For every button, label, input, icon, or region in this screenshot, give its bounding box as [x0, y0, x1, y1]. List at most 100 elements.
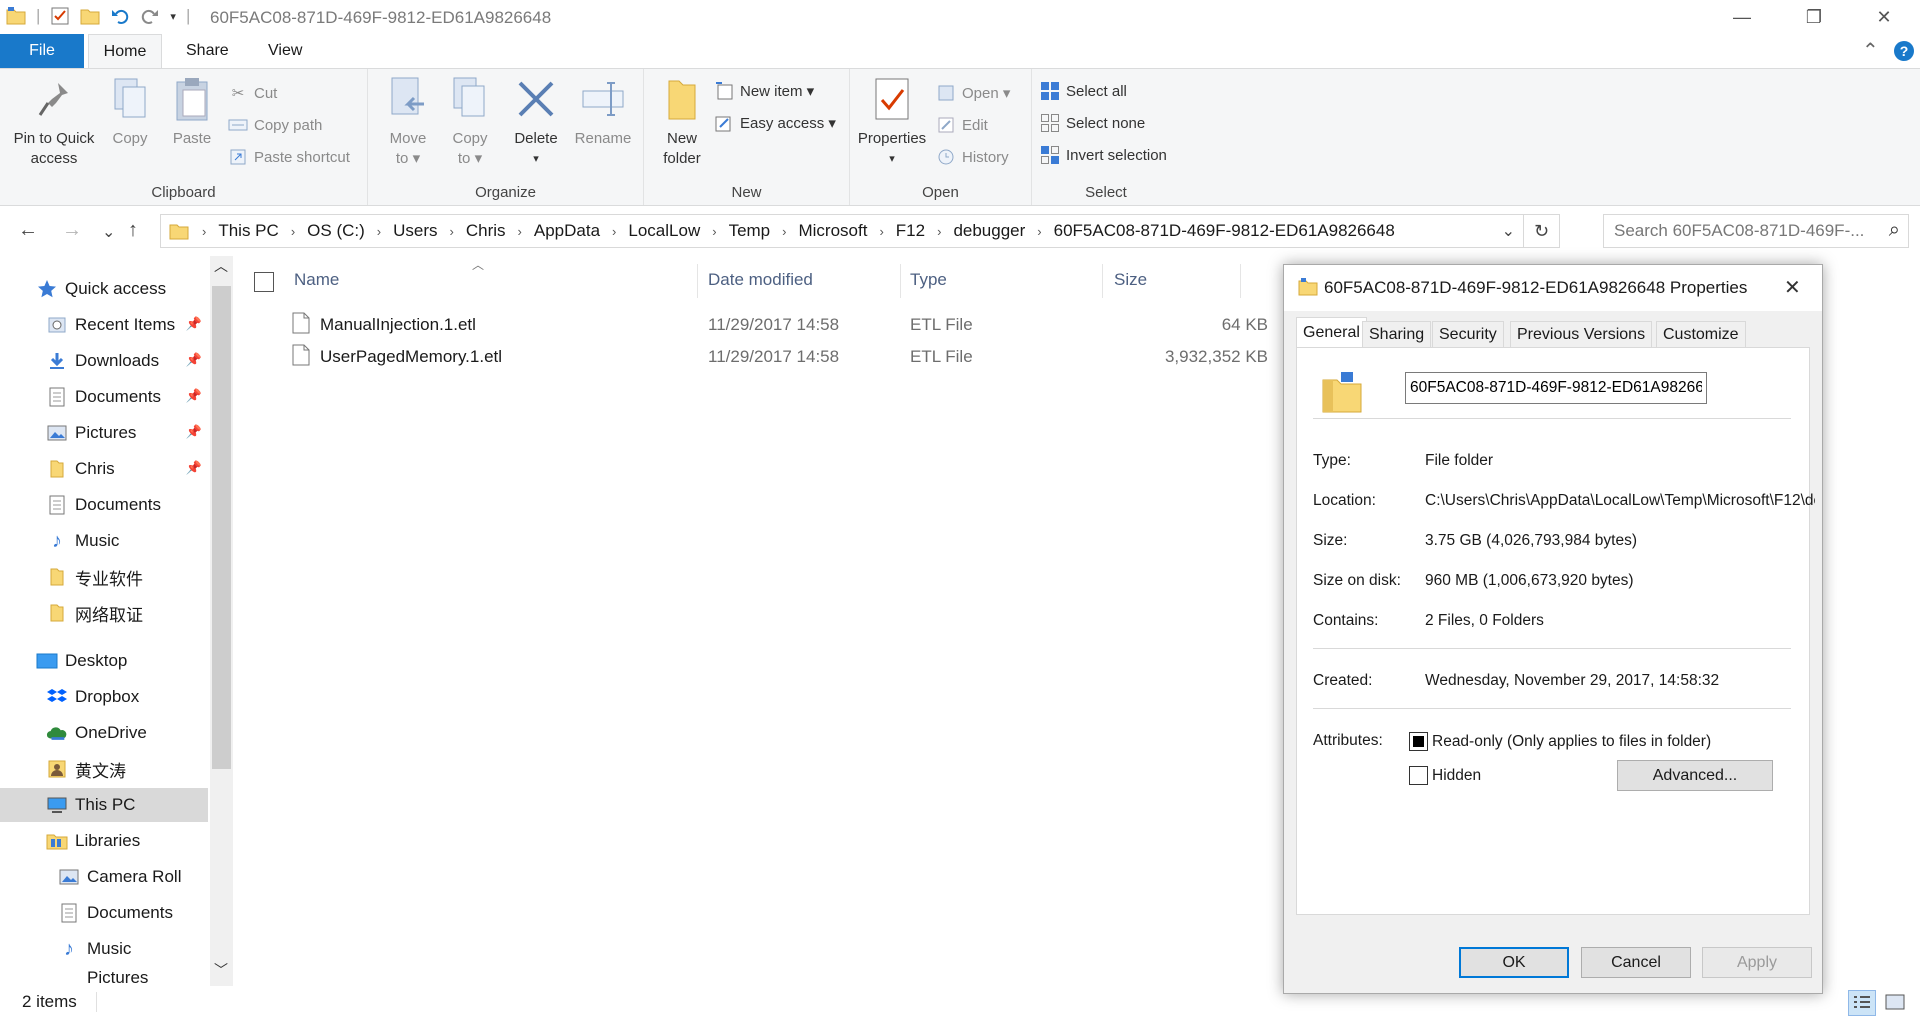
ok-button[interactable]: OK	[1459, 947, 1569, 978]
breadcrumb-item[interactable]: Temp	[722, 221, 778, 241]
nav-dropbox[interactable]: Dropbox	[0, 680, 208, 714]
column-header-name[interactable]: Name	[294, 270, 339, 290]
hidden-checkbox-row[interactable]: Hidden	[1409, 766, 1481, 785]
undo-icon[interactable]	[110, 6, 130, 26]
copy-to-button[interactable]: Copy to ▾	[444, 75, 496, 169]
open-button[interactable]: Open ▾	[936, 81, 1010, 105]
breadcrumb-item[interactable]: LocalLow	[621, 221, 707, 241]
breadcrumb-separator[interactable]: ›	[286, 224, 300, 239]
breadcrumb-separator[interactable]: ›	[1032, 224, 1046, 239]
nav-this-pc[interactable]: This PC	[0, 788, 208, 822]
move-to-button[interactable]: Move to ▾	[382, 75, 434, 169]
breadcrumb-separator[interactable]: ›	[707, 224, 721, 239]
column-header-type[interactable]: Type	[910, 270, 947, 290]
breadcrumb-item[interactable]: AppData	[527, 221, 607, 241]
close-button[interactable]: ✕	[1848, 0, 1920, 34]
customize-qat-icon[interactable]: ▾	[170, 10, 176, 23]
breadcrumb-separator[interactable]: ›	[197, 224, 211, 239]
breadcrumb-item[interactable]: Microsoft	[791, 221, 874, 241]
select-all-checkbox[interactable]	[254, 272, 274, 292]
properties-qat-icon[interactable]	[50, 6, 70, 26]
tab-file[interactable]: File	[0, 34, 84, 68]
address-dropdown-icon[interactable]: ⌄	[1502, 221, 1515, 241]
dialog-close-icon[interactable]: ✕	[1784, 275, 1801, 300]
tab-previous-versions[interactable]: Previous Versions	[1510, 321, 1653, 347]
breadcrumb-item[interactable]: 60F5AC08-871D-469F-9812-ED61A9826648	[1047, 221, 1402, 241]
properties-button[interactable]: Properties ▾	[854, 75, 930, 169]
recent-locations-button[interactable]: ⌄	[102, 222, 115, 242]
advanced-button[interactable]: Advanced...	[1617, 760, 1773, 791]
select-all-button[interactable]: Select all	[1040, 79, 1127, 103]
breadcrumb-item[interactable]: This PC	[211, 221, 285, 241]
tab-security[interactable]: Security	[1432, 321, 1504, 347]
new-folder-qat-icon[interactable]	[80, 6, 100, 26]
nav-desktop[interactable]: Desktop	[0, 644, 208, 678]
maximize-button[interactable]: ❐	[1778, 0, 1850, 34]
tab-sharing[interactable]: Sharing	[1362, 321, 1432, 347]
forward-button[interactable]: →	[62, 219, 82, 242]
breadcrumb-separator[interactable]: ›	[607, 224, 621, 239]
cut-button[interactable]: ✂ Cut	[228, 81, 278, 105]
nav-documents-2[interactable]: Documents	[0, 488, 208, 522]
breadcrumb-separator[interactable]: ›	[932, 224, 946, 239]
search-input[interactable]: Search 60F5AC08-871D-469F-... ⌕	[1603, 214, 1909, 248]
address-bar[interactable]: › This PC › OS (C:) › Users › Chris › AppData › Loc…	[160, 214, 1560, 248]
breadcrumb-separator[interactable]: ›	[445, 224, 459, 239]
pin-to-quick-access-button[interactable]: Pin to Quick access	[8, 75, 100, 169]
easy-access-button[interactable]: Easy access ▾	[714, 111, 836, 135]
nav-downloads[interactable]: Downloads 📌	[0, 344, 208, 378]
copy-button[interactable]: Copy	[104, 75, 156, 149]
scroll-down-icon[interactable]: ﹀	[214, 960, 228, 980]
breadcrumb-separator[interactable]: ›	[777, 224, 791, 239]
tab-view[interactable]: View	[252, 34, 318, 68]
details-view-button[interactable]	[1848, 990, 1876, 1016]
column-header-size[interactable]: Size	[1114, 270, 1147, 290]
nav-chris[interactable]: Chris 📌	[0, 452, 208, 486]
tab-general[interactable]: General	[1296, 317, 1367, 347]
apply-button[interactable]: Apply	[1702, 947, 1812, 978]
nav-library-pictures[interactable]: Pictures	[0, 968, 208, 986]
breadcrumb-item[interactable]: Users	[386, 221, 444, 241]
location-value[interactable]: C:\Users\Chris\AppData\LocalLow\Temp\Mic…	[1425, 492, 1815, 510]
nav-library-documents[interactable]: Documents	[0, 896, 208, 930]
nav-library-music[interactable]: ♪ Music	[0, 932, 208, 966]
file-row[interactable]: UserPagedMemory.1.etl 11/29/2017 14:58 E…	[288, 342, 1268, 372]
nav-libraries[interactable]: Libraries	[0, 824, 208, 858]
scroll-up-icon[interactable]: ︿	[214, 256, 228, 276]
column-divider[interactable]	[1240, 264, 1241, 298]
breadcrumb-item[interactable]: F12	[889, 221, 932, 241]
nav-user-folder[interactable]: 黄文涛	[0, 752, 208, 786]
collapse-ribbon-icon[interactable]: ⌃	[1862, 38, 1879, 63]
edit-button[interactable]: Edit	[936, 113, 988, 137]
readonly-checkbox[interactable]	[1409, 732, 1428, 751]
paste-button[interactable]: Paste	[164, 75, 220, 149]
refresh-button[interactable]: ↻	[1523, 215, 1559, 247]
file-row[interactable]: ManualInjection.1.etl 11/29/2017 14:58 E…	[288, 310, 1268, 340]
breadcrumb-item[interactable]: debugger	[946, 221, 1032, 241]
redo-icon[interactable]	[140, 6, 160, 26]
nav-camera-roll[interactable]: Camera Roll	[0, 860, 208, 894]
invert-selection-button[interactable]: Invert selection	[1040, 143, 1167, 167]
hidden-checkbox[interactable]	[1409, 766, 1428, 785]
cancel-button[interactable]: Cancel	[1581, 947, 1691, 978]
minimize-button[interactable]: —	[1706, 0, 1778, 34]
delete-button[interactable]: Delete ▾	[506, 75, 566, 169]
tab-customize[interactable]: Customize	[1656, 321, 1746, 347]
readonly-checkbox-row[interactable]: Read-only (Only applies to files in fold…	[1409, 732, 1711, 751]
tab-home[interactable]: Home	[88, 34, 162, 69]
breadcrumb-item[interactable]: Chris	[459, 221, 513, 241]
folder-name-field[interactable]	[1405, 372, 1707, 404]
paste-shortcut-button[interactable]: Paste shortcut	[228, 145, 350, 169]
new-folder-button[interactable]: New folder	[654, 75, 710, 169]
rename-button[interactable]: Rename	[570, 75, 636, 149]
column-divider[interactable]	[1102, 264, 1103, 298]
breadcrumb-separator[interactable]: ›	[513, 224, 527, 239]
nav-documents[interactable]: Documents 📌	[0, 380, 208, 414]
scroll-thumb[interactable]	[212, 286, 231, 769]
tab-share[interactable]: Share	[170, 34, 245, 68]
nav-folder-forensics[interactable]: 网络取证	[0, 596, 208, 630]
breadcrumb-separator[interactable]: ›	[874, 224, 888, 239]
breadcrumb-item[interactable]: OS (C:)	[300, 221, 372, 241]
nav-pictures[interactable]: Pictures 📌	[0, 416, 208, 450]
column-divider[interactable]	[900, 264, 901, 298]
